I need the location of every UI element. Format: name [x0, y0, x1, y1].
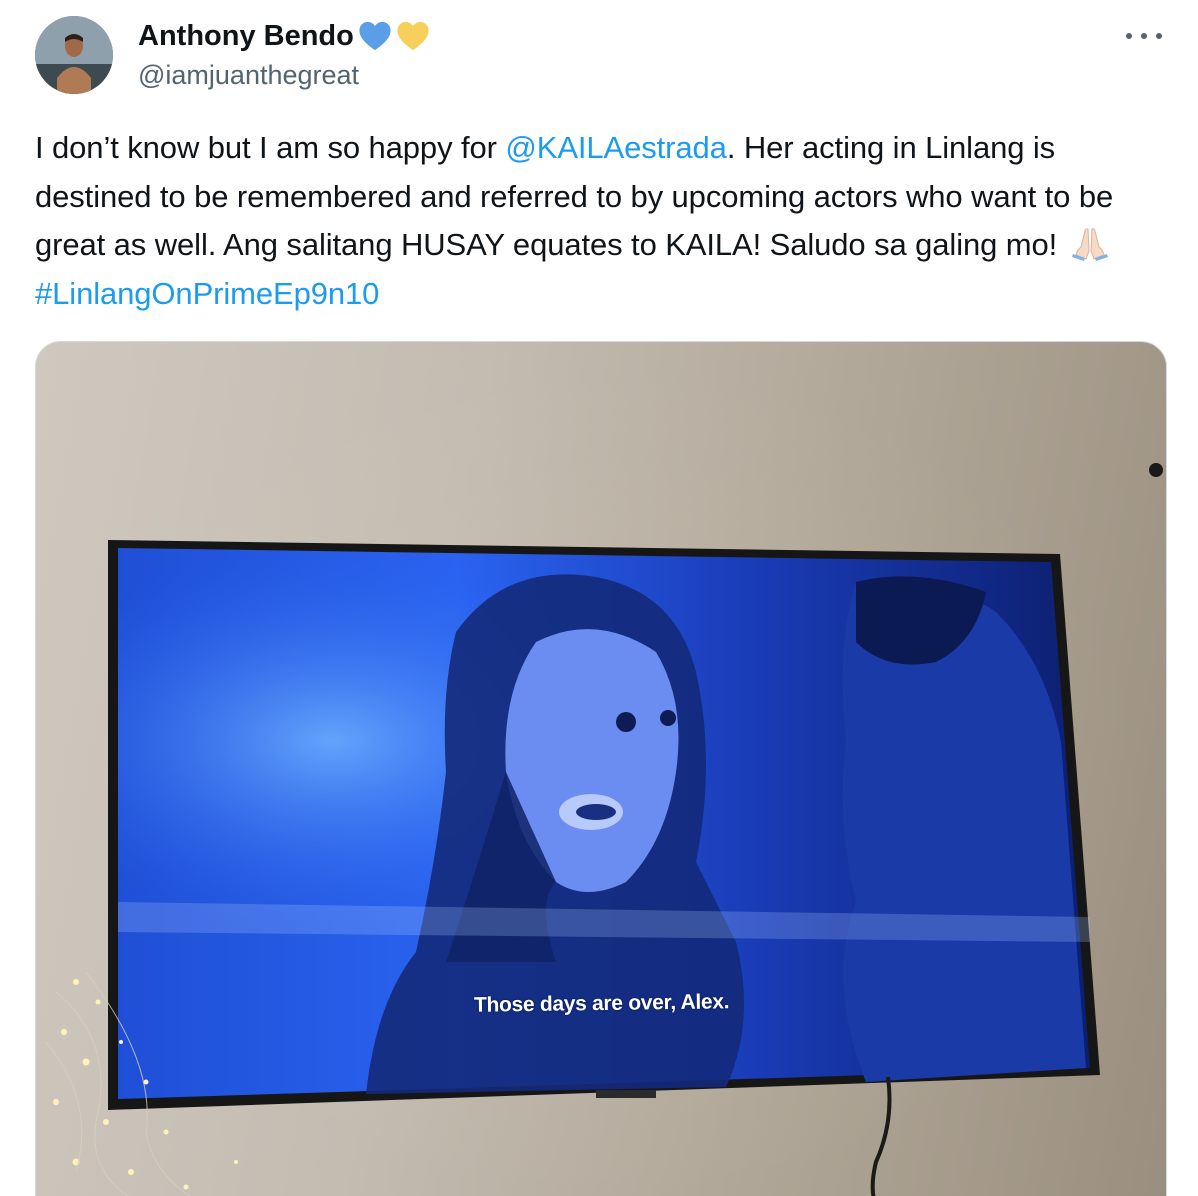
tv-photo-scene: [36, 342, 1166, 1196]
more-dot: [1156, 33, 1162, 39]
author-display-name[interactable]: Anthony Bendo: [138, 20, 354, 53]
hashtag-link[interactable]: #LinlangOnPrimeEp9n10: [35, 276, 379, 311]
folded-hands-icon: [1068, 225, 1112, 261]
author-avatar[interactable]: [35, 16, 113, 94]
tweet-media-photo[interactable]: Those days are over, Alex.: [35, 341, 1167, 1196]
blue-heart-icon: [358, 19, 392, 53]
tweet-text-part: I don’t know but I am so happy for: [35, 130, 506, 165]
more-options-icon[interactable]: [1126, 24, 1162, 48]
author-name-row: Anthony Bendo: [138, 18, 430, 54]
avatar-image: [35, 16, 113, 94]
tweet-text: I don’t know but I am so happy for @KAIL…: [35, 124, 1165, 318]
more-dot: [1141, 33, 1147, 39]
tweet-card: Anthony Bendo @iamjuanthegreat I don’t k…: [0, 0, 1198, 1196]
author-handle[interactable]: @iamjuanthegreat: [138, 60, 359, 91]
yellow-heart-icon: [396, 19, 430, 53]
mention-link[interactable]: @KAILAestrada: [505, 130, 727, 165]
tv-subtitle-text: Those days are over, Alex.: [473, 990, 730, 1017]
more-dot: [1126, 33, 1132, 39]
